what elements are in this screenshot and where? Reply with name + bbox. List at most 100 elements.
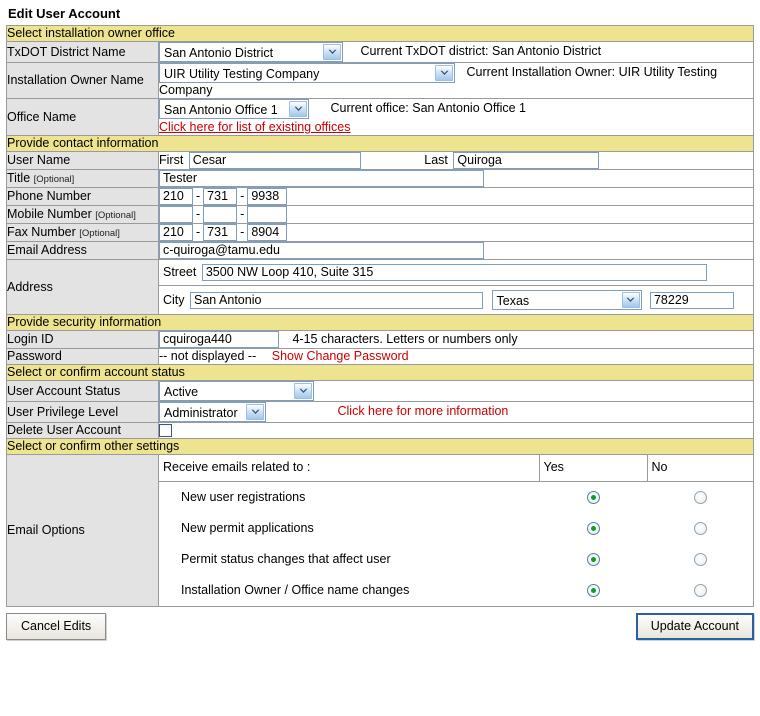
- row-fax-number: Fax Number [Optional] --: [6, 223, 754, 242]
- privilege-more-info-link[interactable]: Click here for more information: [337, 404, 508, 418]
- label-fax-number: Fax Number [Optional]: [6, 223, 159, 242]
- section-row-contact: Provide contact information: [6, 135, 754, 152]
- email-option-no-cell: [647, 544, 753, 575]
- email-option-no-cell: [647, 575, 753, 606]
- zip-input[interactable]: [649, 291, 734, 309]
- edit-user-account-page: Edit User Account Select installation ow…: [0, 0, 760, 716]
- row-delete-user-account: Delete User Account: [6, 422, 754, 439]
- label-address: Address: [6, 259, 159, 315]
- email-option-no-radio[interactable]: [693, 491, 707, 505]
- txdot-district-select[interactable]: San Antonio District: [159, 42, 343, 62]
- address-street-row: Street: [159, 260, 753, 286]
- delete-user-account-checkbox[interactable]: [159, 424, 172, 438]
- mobile-separator-1: -: [196, 206, 201, 221]
- field-office-name: San Antonio Office 1 Current office: San…: [158, 98, 754, 136]
- phone-line-input[interactable]: [247, 188, 288, 205]
- email-options-header-row: Receive emails related to : Yes No: [159, 455, 753, 482]
- page-title: Edit User Account: [8, 6, 121, 21]
- section-header-security: Provide security information: [6, 314, 754, 331]
- email-option-no-radio[interactable]: [693, 553, 707, 567]
- city-label: City: [163, 292, 185, 307]
- row-installation-owner: Installation Owner Name UIR Utility Test…: [6, 62, 754, 99]
- email-option-no-radio[interactable]: [693, 584, 707, 598]
- field-login-id: 4-15 characters. Letters or numbers only: [158, 330, 754, 349]
- label-login-id: Login ID: [6, 330, 159, 349]
- email-option-yes-cell: [539, 513, 647, 544]
- email-option-yes-radio[interactable]: [586, 553, 600, 567]
- chevron-down-icon: [294, 383, 312, 399]
- email-address-input[interactable]: [159, 242, 484, 259]
- chevron-down-icon: [246, 404, 264, 420]
- title-input[interactable]: [159, 170, 484, 187]
- section-header-other-settings: Select or confirm other settings: [6, 438, 754, 455]
- field-user-privilege-level: Administrator Click here for more inform…: [158, 401, 754, 423]
- email-options-header-no: No: [646, 455, 753, 482]
- existing-offices-link[interactable]: Click here for list of existing offices: [159, 120, 351, 134]
- label-installation-owner: Installation Owner Name: [6, 62, 159, 99]
- chevron-down-icon: [289, 101, 307, 117]
- label-title: Title [Optional]: [6, 169, 159, 188]
- row-user-name: User Name First Last: [6, 151, 754, 170]
- email-option-yes-cell: [539, 544, 647, 575]
- field-address: Street City Texas: [158, 259, 754, 315]
- row-address: Address Street City Texas: [6, 259, 754, 315]
- show-change-password-link[interactable]: Show Change Password: [272, 349, 409, 363]
- login-id-hint: 4-15 characters. Letters or numbers only: [292, 331, 518, 346]
- row-email-address: Email Address: [6, 241, 754, 260]
- field-email-options: Receive emails related to : Yes No New u…: [158, 454, 754, 607]
- label-fax-number-optional: [Optional]: [79, 227, 120, 239]
- label-email-options: Email Options: [6, 454, 159, 607]
- mobile-prefix-input[interactable]: [203, 206, 238, 223]
- fax-area-input[interactable]: [159, 224, 193, 241]
- office-name-select[interactable]: San Antonio Office 1: [159, 99, 309, 119]
- fax-line-input[interactable]: [247, 224, 288, 241]
- label-user-name: User Name: [6, 151, 159, 170]
- email-option-yes-radio[interactable]: [586, 522, 600, 536]
- street-label: Street: [163, 265, 197, 279]
- fax-prefix-input[interactable]: [203, 224, 238, 241]
- mobile-separator-2: -: [240, 206, 245, 221]
- txdot-district-select-value: San Antonio District: [164, 46, 274, 60]
- phone-area-input[interactable]: [159, 188, 193, 205]
- mobile-area-input[interactable]: [159, 206, 193, 223]
- fax-separator-1: -: [196, 224, 201, 239]
- installation-owner-select[interactable]: UIR Utility Testing Company: [159, 63, 455, 83]
- email-option-yes-radio[interactable]: [586, 491, 600, 505]
- row-user-privilege-level: User Privilege Level Administrator Click…: [6, 401, 754, 423]
- first-name-input[interactable]: [188, 152, 361, 169]
- row-title: Title [Optional]: [6, 169, 754, 188]
- section-header-owner-office: Select installation owner office: [6, 25, 754, 42]
- phone-prefix-input[interactable]: [203, 188, 238, 205]
- row-phone-number: Phone Number --: [6, 187, 754, 206]
- row-txdot-district: TxDOT District Name San Antonio District…: [6, 41, 754, 63]
- password-masked-value: -- not displayed --: [159, 349, 257, 363]
- label-title-optional: [Optional]: [33, 173, 75, 185]
- row-user-account-status: User Account Status Active: [6, 380, 754, 402]
- field-title: [158, 169, 754, 188]
- user-account-form: Select installation owner office TxDOT D…: [6, 25, 754, 607]
- chevron-down-icon: [621, 292, 640, 308]
- account-status-select[interactable]: Active: [159, 381, 314, 401]
- city-input[interactable]: [190, 291, 484, 309]
- form-actions: Cancel Edits Update Account: [6, 613, 754, 640]
- address-city-row: City Texas: [159, 286, 753, 314]
- email-option-yes-radio[interactable]: [586, 584, 600, 598]
- last-name-input[interactable]: [453, 152, 600, 169]
- field-delete-user-account: [158, 422, 754, 439]
- label-phone-number: Phone Number: [6, 187, 159, 206]
- state-select[interactable]: Texas: [491, 290, 642, 310]
- login-id-input[interactable]: [159, 331, 279, 348]
- update-account-button[interactable]: Update Account: [635, 613, 754, 640]
- field-fax-number: --: [158, 223, 754, 242]
- mobile-line-input[interactable]: [247, 206, 288, 223]
- email-option-row: New permit applications: [159, 513, 753, 544]
- privilege-level-select[interactable]: Administrator: [159, 402, 266, 422]
- email-option-row: New user registrations: [159, 482, 753, 514]
- email-option-no-radio[interactable]: [693, 522, 707, 536]
- field-email-address: [158, 241, 754, 260]
- row-office-name: Office Name San Antonio Office 1 Current…: [6, 98, 754, 136]
- field-user-name: First Last: [158, 151, 754, 170]
- email-options-header-yes: Yes: [538, 455, 647, 482]
- cancel-edits-button[interactable]: Cancel Edits: [6, 613, 107, 640]
- street-input[interactable]: [201, 264, 707, 281]
